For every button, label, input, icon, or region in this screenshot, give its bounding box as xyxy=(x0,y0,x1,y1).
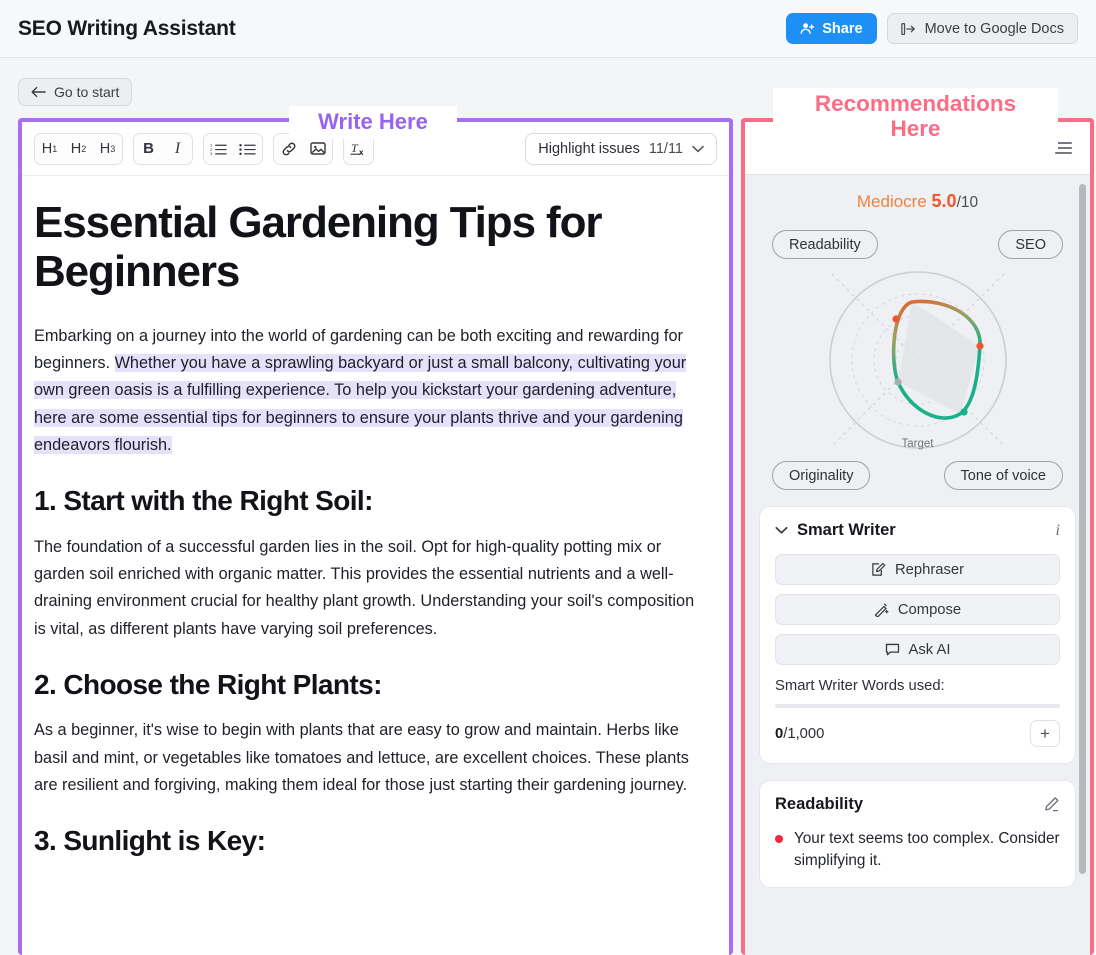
h2-label: H xyxy=(70,140,82,157)
share-button-label: Share xyxy=(822,20,863,37)
header-actions: Share Move to Google Docs xyxy=(786,13,1078,44)
page-title: SEO Writing Assistant xyxy=(18,16,236,40)
readability-title: Readability xyxy=(775,795,864,813)
h3-sub: 3 xyxy=(110,143,116,154)
svg-text:x: x xyxy=(359,148,364,157)
highlight-issues-dropdown[interactable]: Highlight issues 11/11 xyxy=(525,132,717,165)
smart-writer-header: Smart Writer i xyxy=(775,521,1060,540)
info-icon[interactable]: i xyxy=(1056,522,1060,540)
image-icon xyxy=(309,141,326,156)
bold-button[interactable]: B xyxy=(134,134,163,164)
recommendations-panel: Mediocre 5.0/10 Readability SEO Original… xyxy=(745,122,1090,955)
svg-text:T: T xyxy=(351,141,359,155)
h2-sub: 2 xyxy=(81,143,87,154)
smart-writer-usage-row: 0/1,000 + xyxy=(775,720,1060,747)
readability-issue-item: Your text seems too complex. Consider si… xyxy=(775,828,1060,871)
smart-writer-words-label: Smart Writer Words used: xyxy=(775,678,945,694)
ask-ai-label: Ask AI xyxy=(908,641,951,658)
readability-header: Readability xyxy=(775,795,1060,814)
clear-formatting-icon: T x xyxy=(349,141,368,157)
svg-text:3: 3 xyxy=(210,151,213,156)
add-words-button[interactable]: + xyxy=(1030,720,1060,747)
h1-sub: 1 xyxy=(52,143,58,154)
link-icon xyxy=(281,141,297,157)
ordered-list-button[interactable]: 1 2 3 xyxy=(204,134,233,164)
chat-bubble-icon xyxy=(885,642,900,657)
metric-pill-seo[interactable]: SEO xyxy=(998,230,1063,259)
heading-3-button[interactable]: H3 xyxy=(93,134,122,164)
smart-writer-progress-bar xyxy=(775,704,1060,708)
pencil-edit-icon[interactable] xyxy=(1043,796,1060,813)
words-used-value: 0 xyxy=(775,725,784,742)
radar-gauge-svg xyxy=(828,271,1007,449)
document-editor-pane: H1 H2 H3 B I 1 2 3 T x Highlight issues … xyxy=(22,122,729,955)
metric-pill-tone-of-voice[interactable]: Tone of voice xyxy=(943,461,1063,490)
bullet-list-button[interactable] xyxy=(233,134,262,164)
recommendations-here-annotation-label: Recommendations Here xyxy=(773,88,1058,150)
recommendations-line-1: Recommendations xyxy=(814,91,1017,116)
arrow-left-icon xyxy=(31,86,46,98)
text-style-group: B I xyxy=(133,132,193,165)
readability-issue-text: Your text seems too complex. Consider si… xyxy=(794,830,1060,869)
move-to-google-docs-label: Move to Google Docs xyxy=(924,20,1064,37)
h1-label: H xyxy=(41,140,53,157)
ask-ai-button[interactable]: Ask AI xyxy=(775,634,1060,665)
heading-button-group: H1 H2 H3 xyxy=(34,132,123,165)
compose-label: Compose xyxy=(897,601,962,618)
score-word: Mediocre xyxy=(856,192,927,211)
chevron-down-icon xyxy=(692,145,704,153)
words-limit-value: /1,000 xyxy=(783,725,825,742)
rephrase-pencil-icon xyxy=(871,562,886,577)
rephraser-button[interactable]: Rephraser xyxy=(775,554,1060,585)
overall-score: Mediocre 5.0/10 xyxy=(759,191,1076,212)
rephraser-label: Rephraser xyxy=(894,561,965,578)
share-button[interactable]: Share xyxy=(786,13,877,44)
compose-wand-icon xyxy=(874,602,889,617)
document-body[interactable]: Essential Gardening Tips for Beginners E… xyxy=(22,176,729,955)
panel-scrollbar[interactable] xyxy=(1079,184,1086,874)
user-plus-icon xyxy=(800,21,815,36)
section-heading: 2. Choose the Right Plants: xyxy=(34,669,382,701)
go-to-start-label: Go to start xyxy=(54,84,120,100)
chevron-down-icon[interactable] xyxy=(775,526,788,535)
metric-pill-originality[interactable]: Originality xyxy=(772,461,871,490)
smart-writer-usage: 0/1,000 xyxy=(775,726,824,742)
list-group: 1 2 3 xyxy=(203,132,263,165)
document-title: Essential Gardening Tips for Beginners xyxy=(34,198,603,297)
bullet-list-icon xyxy=(239,142,256,156)
move-to-google-docs-button[interactable]: Move to Google Docs xyxy=(886,13,1078,44)
app-header: SEO Writing Assistant Share Move to Goog… xyxy=(0,0,1096,58)
recommendations-line-2: Here xyxy=(890,116,941,142)
status-dot-icon xyxy=(775,835,783,843)
score-value: 5.0 xyxy=(931,191,957,211)
smart-writer-card: Smart Writer i Rephraser Compose Ask AI … xyxy=(759,506,1076,764)
intro-highlighted-text: Whether you have a sprawling backyard or… xyxy=(34,353,687,455)
section-heading: 1. Start with the Right Soil: xyxy=(34,485,373,517)
write-here-annotation-label: Write Here xyxy=(289,106,457,139)
heading-2-button[interactable]: H2 xyxy=(64,134,93,164)
panel-content: Mediocre 5.0/10 Readability SEO Original… xyxy=(745,175,1090,955)
seo-writing-assistant-app: SEO Writing Assistant Share Move to Goog… xyxy=(0,0,1096,955)
score-max: /10 xyxy=(956,194,979,211)
quality-radar-chart: Readability SEO Originality Tone of voic… xyxy=(759,230,1076,490)
hamburger-line xyxy=(1055,152,1072,154)
move-to-docs-icon xyxy=(900,22,917,36)
section-paragraph: The foundation of a successful garden li… xyxy=(34,537,695,638)
document-intro-paragraph: Embarking on a journey into the world of… xyxy=(34,323,701,460)
section-heading: 3. Sunlight is Key: xyxy=(34,825,266,857)
italic-button[interactable]: I xyxy=(163,134,192,164)
target-ring-label: Target xyxy=(901,438,934,450)
readability-card: Readability Your text seems too complex.… xyxy=(759,780,1076,889)
compose-button[interactable]: Compose xyxy=(775,594,1060,625)
highlight-issues-label: Highlight issues xyxy=(538,140,640,157)
ordered-list-icon: 1 2 3 xyxy=(210,142,227,156)
section-paragraph: As a beginner, it's wise to begin with p… xyxy=(34,721,689,795)
go-to-start-button[interactable]: Go to start xyxy=(18,78,133,106)
metric-pill-readability[interactable]: Readability xyxy=(772,230,878,259)
smart-writer-title: Smart Writer xyxy=(797,521,896,539)
heading-1-button[interactable]: H1 xyxy=(35,134,64,164)
h3-label: H xyxy=(99,140,111,157)
highlight-issues-count: 11/11 xyxy=(648,140,683,157)
